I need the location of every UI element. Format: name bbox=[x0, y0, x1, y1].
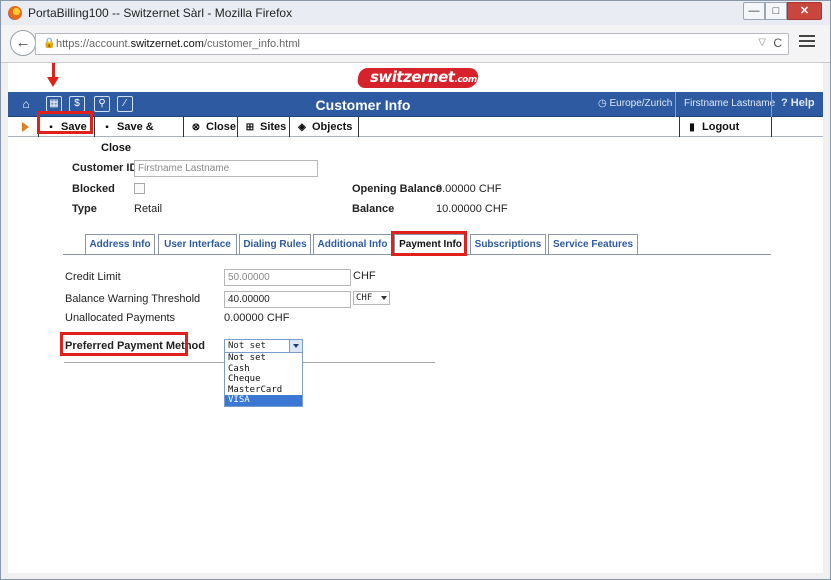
type-label: Type bbox=[72, 203, 97, 215]
close-button[interactable]: ⊗ Close bbox=[183, 117, 237, 137]
balance-warning-input[interactable]: 40.00000 bbox=[224, 291, 351, 308]
balance-warning-label: Balance Warning Threshold bbox=[65, 293, 201, 305]
credit-limit-currency: CHF bbox=[353, 270, 376, 282]
objects-label: Objects bbox=[312, 121, 353, 133]
save-highlight-box bbox=[37, 111, 93, 134]
switzernet-logo: switzernet.com bbox=[356, 66, 480, 90]
play-icon bbox=[22, 122, 29, 132]
url-text: https://account.switzernet.com/customer_… bbox=[56, 38, 300, 50]
option-not-set[interactable]: Not set bbox=[225, 353, 302, 364]
header-divider bbox=[675, 92, 676, 117]
customer-id-label: Customer ID bbox=[72, 162, 138, 174]
url-domain: switzernet.com bbox=[130, 38, 204, 50]
action-toolbar: ▪ Save ▪ Save & Close ⊗ Close ⊞ Sites ◈ Objec… bbox=[8, 117, 823, 154]
hamburger-menu-icon[interactable] bbox=[799, 35, 815, 49]
minimize-button[interactable]: — bbox=[743, 2, 765, 20]
firefox-icon bbox=[8, 6, 22, 20]
header-divider bbox=[771, 92, 772, 117]
window-title: PortaBilling100 -- Switzernet Sàrl - Moz… bbox=[28, 6, 293, 20]
save-close-icon: ▪ bbox=[105, 122, 109, 133]
dollar-icon[interactable]: $ bbox=[69, 96, 85, 112]
blocked-checkbox[interactable] bbox=[134, 183, 145, 194]
warning-currency-select[interactable]: CHF bbox=[353, 291, 390, 305]
option-mastercard[interactable]: MasterCard bbox=[225, 385, 302, 396]
unallocated-payments-value: 0.00000 CHF bbox=[224, 312, 290, 324]
save-close-button[interactable]: ▪ Save & Close bbox=[94, 117, 183, 154]
title-bar: PortaBilling100 -- Switzernet Sàrl - Moz… bbox=[1, 1, 830, 25]
logo-suffix: .com bbox=[454, 75, 477, 85]
credit-limit-label: Credit Limit bbox=[65, 271, 121, 283]
balance-label: Balance bbox=[352, 203, 395, 215]
credit-limit-input[interactable]: 50.00000 bbox=[224, 269, 351, 286]
navigation-bar: ← 🔒 https://account.switzernet.com/custo… bbox=[1, 25, 830, 63]
chevron-down-icon bbox=[381, 296, 387, 300]
red-arrow-annotation bbox=[47, 63, 59, 88]
payment-method-select[interactable]: Not set bbox=[224, 339, 303, 353]
close-label: Close bbox=[206, 121, 236, 133]
help-link[interactable]: ? Help bbox=[781, 97, 815, 109]
clock-icon: ◷ bbox=[598, 98, 607, 109]
lock-icon: 🔒 bbox=[43, 38, 56, 49]
unallocated-payments-label: Unallocated Payments bbox=[65, 312, 176, 324]
logout-icon: ▮ bbox=[689, 122, 695, 133]
warning-currency-value: CHF bbox=[356, 293, 373, 303]
tab-address-info[interactable]: Address Info bbox=[85, 234, 155, 255]
logo-text: switzernet bbox=[370, 68, 455, 86]
timezone-link[interactable]: ◷ Europe/Zurich bbox=[598, 98, 672, 109]
close-icon: ⊗ bbox=[191, 122, 201, 133]
url-bar[interactable]: 🔒 https://account.switzernet.com/custome… bbox=[35, 33, 789, 55]
payment-method-selected: Not set bbox=[228, 341, 266, 351]
opening-balance-value: 0.00000 CHF bbox=[436, 183, 502, 195]
tab-dialing-rules[interactable]: Dialing Rules bbox=[239, 234, 311, 255]
option-cheque[interactable]: Cheque bbox=[225, 374, 302, 385]
chart-icon[interactable]: ⁄ bbox=[117, 96, 133, 112]
option-cash[interactable]: Cash bbox=[225, 364, 302, 375]
balance-value: 10.00000 CHF bbox=[436, 203, 508, 215]
objects-icon: ◈ bbox=[298, 122, 306, 133]
timezone-label: Europe/Zurich bbox=[609, 98, 673, 109]
logout-button[interactable]: ▮ Logout bbox=[680, 117, 771, 137]
back-button[interactable]: ← bbox=[10, 30, 36, 56]
payment-tab-highlight-box bbox=[391, 231, 467, 256]
url-dropdown-icon[interactable]: ▽ bbox=[758, 37, 766, 48]
chevron-down-icon[interactable] bbox=[289, 340, 302, 352]
browser-window: PortaBilling100 -- Switzernet Sàrl - Moz… bbox=[0, 0, 831, 580]
sites-icon: ⊞ bbox=[245, 122, 255, 133]
payment-method-options: Not set Cash Cheque MasterCard VISA bbox=[224, 352, 303, 407]
type-value: Retail bbox=[134, 203, 163, 215]
grid-icon[interactable]: ▦ bbox=[46, 96, 62, 112]
page-content: switzernet.com ⌂ ▦ $ ⚲ ⁄ Customer Info ◷… bbox=[8, 63, 823, 573]
option-visa[interactable]: VISA bbox=[225, 395, 302, 406]
opening-balance-label: Opening Balance bbox=[352, 183, 442, 195]
reload-icon[interactable]: C bbox=[773, 36, 782, 50]
toolbar-divider bbox=[771, 117, 772, 137]
person-icon[interactable]: ⚲ bbox=[94, 96, 110, 112]
sites-button[interactable]: ⊞ Sites bbox=[237, 117, 289, 137]
help-label: Help bbox=[790, 97, 815, 109]
tab-additional-info[interactable]: Additional Info bbox=[313, 234, 392, 255]
sites-label: Sites bbox=[260, 121, 287, 133]
maximize-button[interactable]: □ bbox=[765, 2, 787, 20]
payment-method-highlight-box bbox=[60, 332, 188, 356]
help-icon: ? bbox=[781, 97, 788, 109]
objects-button[interactable]: ◈ Objects bbox=[289, 117, 358, 137]
user-name[interactable]: Firstname Lastname bbox=[684, 98, 775, 109]
url-path: /customer_info.html bbox=[203, 38, 300, 50]
close-window-button[interactable]: ✕ bbox=[787, 2, 822, 20]
page-title: Customer Info bbox=[315, 97, 411, 113]
app-header-bar: ⌂ ▦ $ ⚲ ⁄ Customer Info ◷ Europe/Zurich … bbox=[8, 92, 823, 117]
tab-service-features[interactable]: Service Features bbox=[548, 234, 638, 255]
customer-id-input[interactable]: Firstname Lastname bbox=[134, 160, 318, 177]
toolbar-divider bbox=[358, 117, 359, 137]
logout-label: Logout bbox=[702, 121, 740, 133]
url-prefix: https://account. bbox=[56, 38, 131, 50]
blocked-label: Blocked bbox=[72, 183, 115, 195]
tab-subscriptions[interactable]: Subscriptions bbox=[470, 234, 546, 255]
home-icon[interactable]: ⌂ bbox=[18, 96, 34, 112]
tab-user-interface[interactable]: User Interface bbox=[158, 234, 237, 255]
window-bottom-edge bbox=[1, 573, 830, 579]
